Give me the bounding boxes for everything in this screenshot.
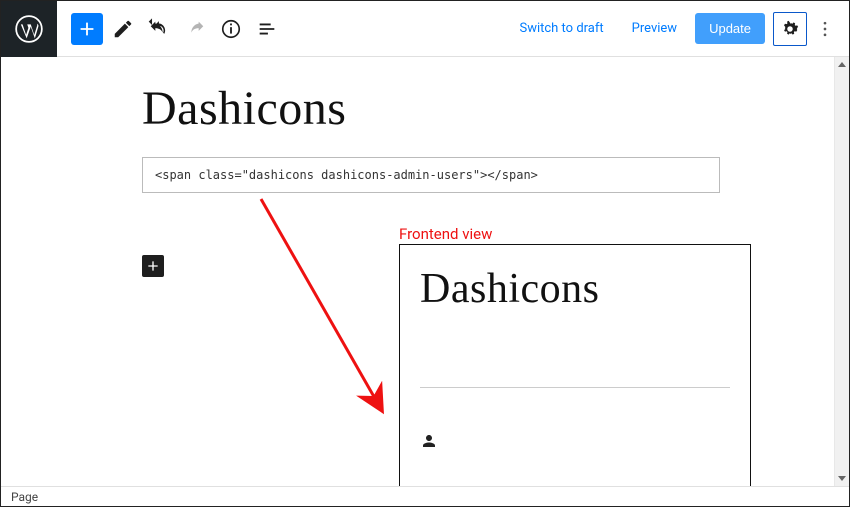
undo-button[interactable] <box>143 13 175 45</box>
vertical-scrollbar[interactable] <box>834 57 849 486</box>
undo-icon <box>148 18 170 40</box>
settings-button[interactable] <box>773 12 807 46</box>
editor-footer-breadcrumb[interactable]: Page <box>1 486 849 506</box>
gear-icon <box>779 18 801 40</box>
outline-button[interactable] <box>251 13 283 45</box>
plus-icon <box>76 18 98 40</box>
editor-body: Dashicons <span class="dashicons dashico… <box>1 57 849 486</box>
editor-top-toolbar: Switch to draft Preview Update <box>1 1 849 57</box>
preview-link[interactable]: Preview <box>622 15 687 42</box>
custom-html-block[interactable]: <span class="dashicons dashicons-admin-u… <box>142 157 720 193</box>
toolbar-right-group: Switch to draft Preview Update <box>509 12 835 46</box>
edit-mode-button[interactable] <box>107 13 139 45</box>
list-outline-icon <box>256 18 278 40</box>
scroll-down-button[interactable] <box>835 470 849 486</box>
frontend-title: Dashicons <box>420 265 730 313</box>
editor-canvas[interactable]: Dashicons <span class="dashicons dashico… <box>1 57 834 486</box>
insert-block-button[interactable] <box>142 255 164 277</box>
breadcrumb-item[interactable]: Page <box>11 490 38 504</box>
redo-button[interactable] <box>179 13 211 45</box>
frontend-view-label: Frontend view <box>399 225 492 243</box>
frontend-preview-box: Dashicons <box>399 244 751 486</box>
scroll-up-button[interactable] <box>835 57 849 73</box>
switch-to-draft-link[interactable]: Switch to draft <box>509 15 613 42</box>
dots-vertical-icon <box>815 19 835 39</box>
page-title[interactable]: Dashicons <box>142 81 346 136</box>
annotation-arrow <box>251 189 421 429</box>
toolbar-left-group <box>1 1 283 57</box>
pencil-icon <box>112 18 134 40</box>
more-options-button[interactable] <box>815 19 835 39</box>
redo-icon <box>184 18 206 40</box>
admin-users-icon <box>420 432 730 454</box>
info-icon <box>220 18 242 40</box>
add-block-button[interactable] <box>71 13 103 45</box>
wordpress-logo[interactable] <box>1 1 57 57</box>
plus-icon <box>145 258 161 274</box>
frontend-divider <box>420 387 730 388</box>
update-button[interactable]: Update <box>695 13 765 44</box>
info-button[interactable] <box>215 13 247 45</box>
